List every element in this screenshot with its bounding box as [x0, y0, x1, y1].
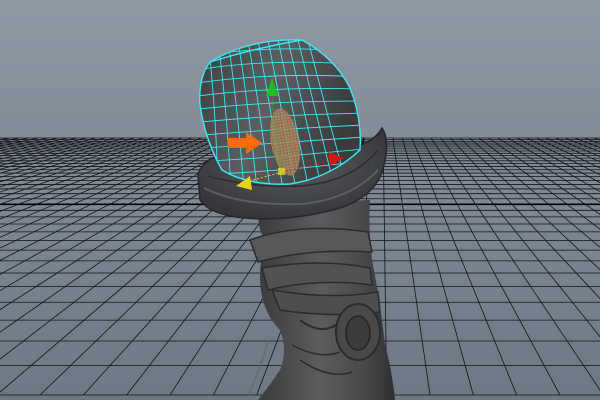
- 3d-viewport[interactable]: [0, 0, 600, 400]
